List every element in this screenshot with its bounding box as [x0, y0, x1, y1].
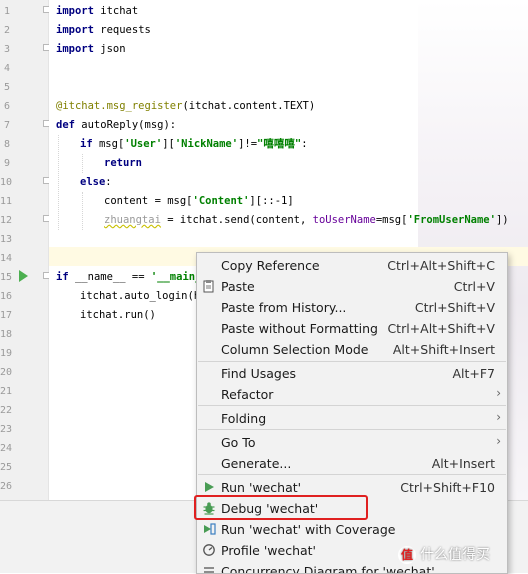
indent-guide — [82, 154, 83, 173]
line-number: 20 — [0, 367, 13, 378]
run-gutter-icon[interactable] — [19, 270, 28, 282]
menu-item-column-selection-mode[interactable]: Column Selection Mode Alt+Shift+Insert — [197, 339, 507, 360]
menu-item-find-usages[interactable]: Find Usages Alt+F7 — [197, 363, 507, 384]
code-line: @itchat.msg_register(itchat.content.TEXT… — [56, 100, 316, 112]
menu-separator — [198, 405, 506, 406]
line-number: 8 — [3, 139, 10, 150]
indent-guide — [58, 135, 59, 230]
code-line: import requests — [56, 24, 151, 36]
line-number: 23 — [0, 424, 13, 435]
paste-icon — [203, 280, 214, 293]
menu-item-paste-from-history[interactable]: Paste from History... Ctrl+Shift+V — [197, 297, 507, 318]
line-number: 18 — [0, 329, 13, 340]
line-number: 7 — [3, 120, 10, 131]
code-line: if __name__ == '__main_ — [56, 271, 202, 283]
line-number: 12 — [0, 215, 13, 226]
line-number: 21 — [0, 386, 13, 397]
line-number: 22 — [0, 405, 13, 416]
code-line: import json — [56, 43, 126, 55]
line-number: 15 — [0, 272, 13, 283]
line-number: 17 — [0, 310, 13, 321]
chevron-right-icon: › — [496, 410, 501, 424]
coverage-icon — [204, 523, 216, 535]
debug-highlight-box — [194, 495, 368, 520]
menu-separator — [198, 474, 506, 475]
code-line: zhuangtai = itchat.send(content, toUserN… — [104, 214, 509, 226]
line-number: 4 — [3, 63, 10, 74]
menu-item-copy-reference[interactable]: Copy Reference Ctrl+Alt+Shift+C — [197, 255, 507, 276]
line-number: 9 — [3, 158, 10, 169]
code-line: import itchat — [56, 5, 139, 17]
line-number: 5 — [3, 82, 10, 93]
menu-item-generate[interactable]: Generate... Alt+Insert — [197, 453, 507, 474]
profile-icon — [203, 544, 215, 556]
menu-item-paste-without-formatting[interactable]: Paste without Formatting Ctrl+Alt+Shift+V — [197, 318, 507, 339]
line-number: 3 — [3, 44, 10, 55]
line-number: 26 — [0, 481, 13, 492]
line-number: 11 — [0, 196, 13, 207]
line-number-gutter: 1 2 3 4 5 6 7 8 9 10 11 12 13 14 15 16 1… — [0, 0, 50, 500]
line-number: 1 — [3, 6, 10, 17]
menu-item-folding[interactable]: Folding › — [197, 408, 507, 429]
code-line: itchat.run() — [80, 309, 156, 321]
watermark-logo-icon: 值 — [398, 546, 416, 564]
concurrency-icon — [204, 567, 214, 573]
menu-separator — [198, 429, 506, 430]
code-line: return — [104, 157, 142, 169]
line-number: 14 — [0, 253, 13, 264]
line-number: 25 — [0, 462, 13, 473]
line-number: 16 — [0, 291, 13, 302]
chevron-right-icon: › — [496, 434, 501, 448]
chevron-right-icon: › — [496, 386, 501, 400]
code-line: if msg['User']['NickName']!="嘻嘻嘻": — [80, 138, 308, 150]
indent-guide — [82, 192, 83, 230]
menu-item-refactor[interactable]: Refactor › — [197, 384, 507, 405]
menu-separator — [198, 361, 506, 362]
run-icon — [205, 482, 214, 492]
code-line: else: — [80, 176, 112, 188]
menu-item-go-to[interactable]: Go To › — [197, 432, 507, 453]
editor-context-menu: Copy Reference Ctrl+Alt+Shift+C Paste Ctrl… — [196, 252, 508, 574]
code-line: content = msg['Content'][::-1] — [104, 195, 294, 207]
menu-item-run-with-coverage[interactable]: Run 'wechat' with Coverage — [197, 519, 507, 540]
line-number: 13 — [0, 234, 13, 245]
line-number: 10 — [0, 177, 13, 188]
line-number: 24 — [0, 443, 13, 454]
line-number: 6 — [3, 101, 10, 112]
code-line: itchat.auto_login(ho — [80, 290, 207, 302]
menu-item-paste[interactable]: Paste Ctrl+V — [197, 276, 507, 297]
line-number: 19 — [0, 348, 13, 359]
code-line: def autoReply(msg): — [56, 119, 177, 131]
site-watermark: 值什么值得买 — [398, 544, 490, 564]
line-number: 2 — [3, 25, 10, 36]
